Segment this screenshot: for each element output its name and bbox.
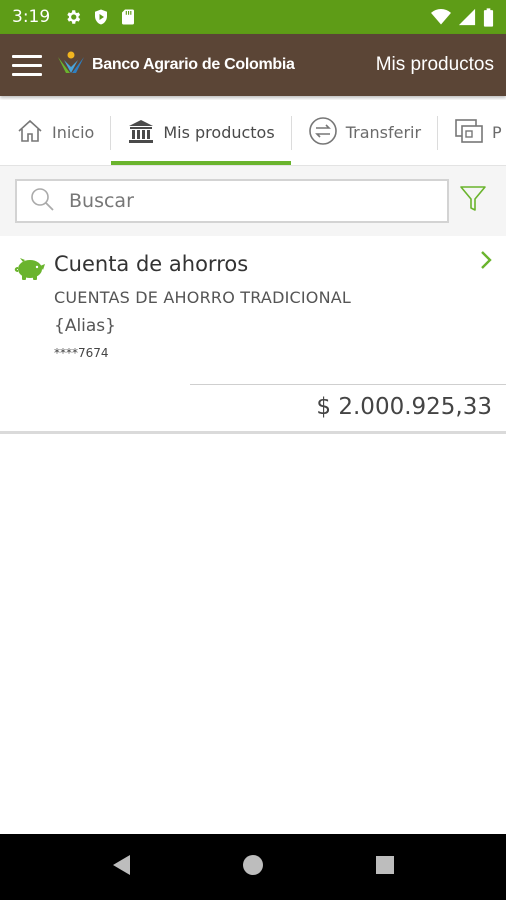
tab-label: Inicio bbox=[52, 123, 95, 142]
filter-button[interactable] bbox=[455, 183, 491, 219]
bank-logo: Banco Agrario de Colombia bbox=[56, 51, 295, 79]
hamburger-menu-button[interactable] bbox=[12, 49, 44, 81]
page-title: Mis productos bbox=[375, 54, 494, 75]
search-row bbox=[0, 166, 506, 236]
tab-mis-productos[interactable]: Mis productos bbox=[111, 100, 292, 165]
tab-label: Transferir bbox=[345, 123, 422, 142]
product-name: Cuenta de ahorros bbox=[54, 252, 249, 276]
search-input[interactable] bbox=[69, 190, 409, 212]
menu-bar-line bbox=[12, 72, 42, 76]
search-box[interactable] bbox=[15, 179, 449, 223]
chevron-right-icon bbox=[480, 250, 492, 274]
home-icon bbox=[16, 117, 52, 149]
gear-icon bbox=[64, 8, 82, 26]
transfer-icon bbox=[308, 116, 346, 150]
wifi-icon bbox=[431, 8, 451, 26]
sd-card-icon bbox=[120, 8, 136, 26]
tab-inicio[interactable]: Inicio bbox=[0, 100, 110, 165]
bank-icon bbox=[127, 118, 163, 148]
tab-payments[interactable]: P bbox=[438, 100, 506, 165]
filter-icon bbox=[459, 184, 487, 218]
card-divider bbox=[190, 384, 506, 385]
product-card[interactable]: Cuenta de ahorros CUENTAS DE AHORRO TRAD… bbox=[0, 236, 506, 434]
home-button[interactable] bbox=[233, 847, 273, 887]
home-circle-icon bbox=[242, 854, 264, 880]
menu-bar-line bbox=[12, 63, 42, 67]
play-protect-icon bbox=[92, 8, 110, 26]
payments-icon bbox=[454, 117, 492, 149]
status-time: 3:19 bbox=[12, 7, 51, 27]
piggy-bank-icon bbox=[14, 256, 46, 286]
back-icon bbox=[110, 853, 132, 881]
product-detail-button[interactable] bbox=[476, 250, 496, 274]
logo-mark-icon bbox=[56, 51, 86, 79]
system-nav-bar bbox=[0, 834, 506, 900]
recents-icon bbox=[375, 855, 395, 879]
recents-button[interactable] bbox=[365, 847, 405, 887]
menu-bar-line bbox=[12, 54, 42, 58]
status-icons-left bbox=[64, 8, 136, 26]
signal-icon bbox=[458, 8, 476, 26]
back-button[interactable] bbox=[101, 847, 141, 887]
logo-text: Banco Agrario de Colombia bbox=[92, 56, 295, 73]
tab-transferir[interactable]: Transferir bbox=[292, 100, 437, 165]
status-icons-right bbox=[431, 7, 494, 27]
product-balance: $ 2.000.925,33 bbox=[316, 394, 492, 420]
tab-label: Mis productos bbox=[163, 123, 275, 142]
app-bar: Banco Agrario de Colombia Mis productos bbox=[0, 34, 506, 96]
battery-icon bbox=[483, 7, 494, 27]
product-type: CUENTAS DE AHORRO TRADICIONAL bbox=[54, 288, 352, 307]
product-alias: {Alias} bbox=[54, 316, 116, 336]
tab-label: P bbox=[492, 123, 502, 142]
search-icon bbox=[29, 186, 55, 216]
product-account-number: ****7674 bbox=[54, 346, 109, 360]
main-tabs: Inicio Mis productos Transferir P bbox=[0, 100, 506, 166]
status-bar: 3:19 bbox=[0, 0, 506, 34]
